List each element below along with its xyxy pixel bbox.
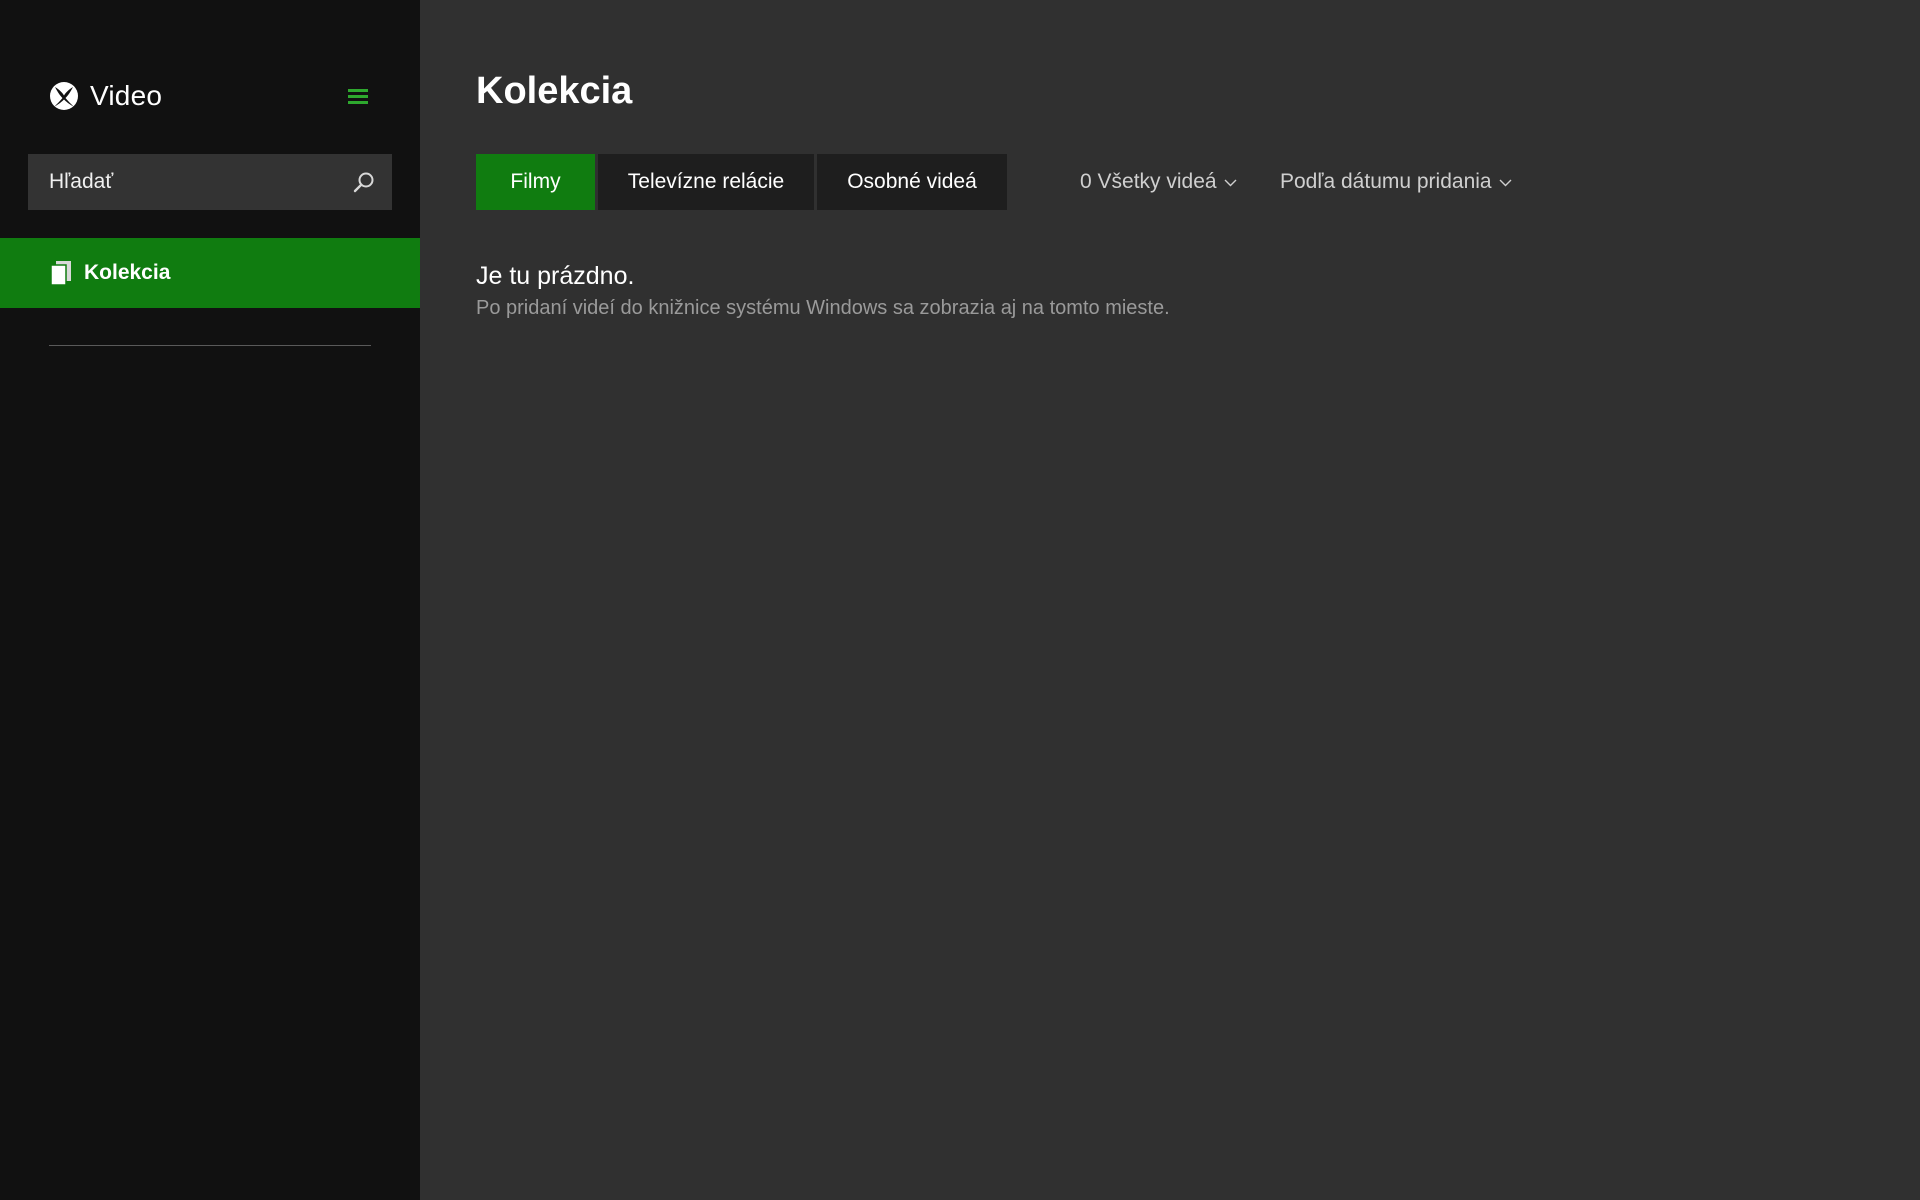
page-title: Kolekcia — [476, 70, 633, 112]
tab-personal-videos[interactable]: Osobné videá — [817, 154, 1007, 210]
search-input[interactable] — [28, 154, 336, 210]
tab-tv-shows[interactable]: Televízne relácie — [598, 154, 814, 210]
app-brand: Video — [49, 79, 162, 113]
app-name: Video — [90, 80, 163, 111]
sort-dropdown[interactable]: Podľa dátumu pridania — [1280, 154, 1512, 210]
search-button[interactable] — [336, 154, 392, 210]
main-content: Kolekcia Filmy Televízne relácie Osobné … — [420, 0, 1920, 1200]
hamburger-menu-icon[interactable] — [346, 86, 370, 108]
sidebar-item-collection[interactable]: Kolekcia — [0, 238, 420, 308]
sidebar-item-label: Kolekcia — [84, 261, 171, 284]
sidebar: Video Kolekcia — [0, 0, 420, 1200]
app-window: Video Kolekcia Kolekcia — [0, 0, 1920, 1200]
chevron-down-icon — [1499, 179, 1512, 186]
empty-state-title: Je tu prázdno. — [476, 262, 635, 290]
tab-movies[interactable]: Filmy — [476, 154, 595, 210]
scope-filter-label: 0 Všetky videá — [1080, 170, 1217, 193]
empty-state-description: Po pridaní videí do knižnice systému Win… — [476, 297, 1170, 319]
sidebar-divider — [49, 345, 371, 346]
search-icon — [353, 172, 374, 193]
sort-label: Podľa dátumu pridania — [1280, 170, 1492, 193]
search-box — [28, 154, 392, 210]
xbox-logo-icon — [50, 82, 78, 110]
category-tabs: Filmy Televízne relácie Osobné videá — [476, 154, 1010, 210]
chevron-down-icon — [1224, 179, 1237, 186]
scope-filter-dropdown[interactable]: 0 Všetky videá — [1080, 154, 1237, 210]
collection-icon — [50, 261, 71, 286]
